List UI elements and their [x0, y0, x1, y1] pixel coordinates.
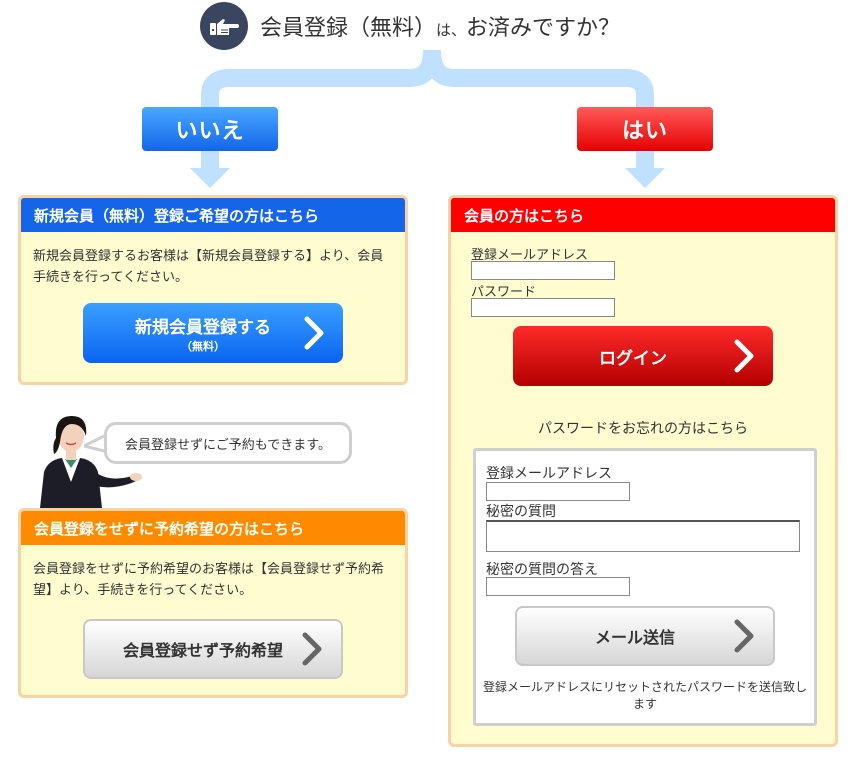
bubble-text: 会員登録せずにご予約もできます。	[125, 437, 331, 453]
new-member-button-sub: （無料）	[181, 339, 225, 353]
chevron-right-icon	[302, 632, 322, 666]
login-button[interactable]: ログイン	[513, 326, 773, 386]
secret-answer-input[interactable]	[486, 577, 630, 596]
login-email-input[interactable]	[471, 261, 615, 280]
new-member-title: 新規会員（無料）登録ご希望の方はこちら	[21, 198, 405, 232]
secret-answer-label: 秘密の質問の答え	[486, 562, 598, 578]
send-mail-button-label: メール送信	[594, 628, 675, 647]
login-button-label: ログイン	[599, 348, 667, 369]
reset-note: 登録メールアドレスにリセットされたパスワードを送信致します	[482, 680, 807, 711]
password-reset-box: 登録メールアドレス 秘密の質問 秘密の質問の答え メール送信 登録メールアドレス…	[473, 448, 817, 726]
arrow-down-left-icon	[190, 168, 230, 188]
forgot-password-link[interactable]: パスワードをお忘れの方はこちら	[451, 418, 835, 438]
secret-question-label: 秘密の質問	[486, 504, 556, 520]
secret-question-field[interactable]	[486, 520, 800, 552]
question-end: お済みですか？	[466, 16, 621, 41]
question-main: 会員登録（無料）	[260, 16, 437, 41]
new-member-description: 新規会員登録するお客様は【新規会員登録する】より、会員手続きを行ってください。	[33, 249, 384, 285]
choice-yes-label: はい	[621, 119, 668, 144]
header-question: 会員登録（無料）は、お済みですか？	[200, 2, 620, 50]
guest-reservation-panel: 会員登録をせずに予約希望の方はこちら 会員登録をせずに予約希望のお客様は【会員登…	[18, 508, 408, 698]
question-particle: は、	[436, 21, 467, 39]
pointing-hand-icon	[200, 2, 248, 50]
arrow-down-right-icon	[625, 168, 665, 188]
chevron-right-icon	[734, 339, 754, 373]
choice-no-label: いいえ	[175, 119, 245, 144]
login-password-input[interactable]	[471, 298, 615, 317]
speech-bubble: 会員登録せずにご予約もできます。	[104, 422, 352, 464]
member-title: 会員の方はこちら	[451, 198, 835, 232]
member-login-panel: 会員の方はこちら 登録メールアドレス パスワード ログイン パスワードをお忘れの…	[448, 195, 838, 747]
guest-title: 会員登録をせずに予約希望の方はこちら	[21, 511, 405, 545]
choice-no-badge: いいえ	[142, 107, 278, 151]
guest-reservation-button[interactable]: 会員登録せず予約希望	[83, 619, 343, 679]
membership-question: 会員登録（無料）は、お済みですか？	[260, 10, 620, 42]
new-member-register-button[interactable]: 新規会員登録する （無料）	[83, 303, 343, 363]
new-member-panel: 新規会員（無料）登録ご希望の方はこちら 新規会員登録するお客様は【新規会員登録す…	[18, 195, 408, 385]
guest-description: 会員登録をせずに予約希望のお客様は【会員登録せず予約希望】より、手続きを行ってく…	[33, 562, 385, 598]
guest-button-label: 会員登録せず予約希望	[122, 641, 283, 660]
chevron-right-icon	[734, 619, 754, 653]
new-member-button-label: 新規会員登録する	[135, 317, 271, 338]
chevron-right-icon	[304, 316, 324, 350]
send-mail-button[interactable]: メール送信	[515, 606, 775, 666]
flow-connector	[190, 50, 665, 188]
choice-yes-badge: はい	[577, 107, 713, 151]
reset-email-input[interactable]	[486, 482, 630, 501]
reset-email-label: 登録メールアドレス	[486, 466, 612, 482]
